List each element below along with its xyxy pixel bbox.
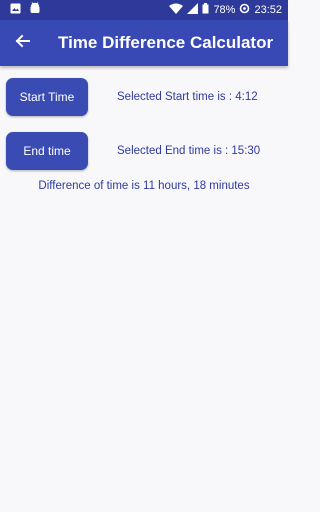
android-icon [29, 1, 41, 19]
start-time-button[interactable]: Start Time [6, 78, 88, 116]
notification-icons [0, 1, 41, 19]
sync-icon [239, 3, 250, 17]
image-icon [10, 1, 21, 19]
status-bar: 78% 23:52 [0, 0, 288, 20]
arrow-left-icon [14, 33, 30, 54]
start-time-selected-label: Selected Start time is : 4:12 [117, 91, 258, 103]
battery-percent: 78% [213, 4, 236, 16]
system-status: 78% 23:52 [169, 3, 288, 17]
signal-icon [187, 3, 199, 17]
end-time-button[interactable]: End time [6, 132, 88, 170]
wifi-icon [169, 3, 184, 17]
app-bar: Time Difference Calculator [0, 20, 288, 66]
page-title: Time Difference Calculator [58, 33, 274, 52]
back-button[interactable] [0, 20, 44, 66]
clock: 23:52 [254, 4, 282, 16]
battery-icon [202, 3, 209, 17]
time-difference-result: Difference of time is 11 hours, 18 minut… [38, 180, 250, 192]
end-time-selected-label: Selected End time is : 15:30 [117, 145, 261, 157]
